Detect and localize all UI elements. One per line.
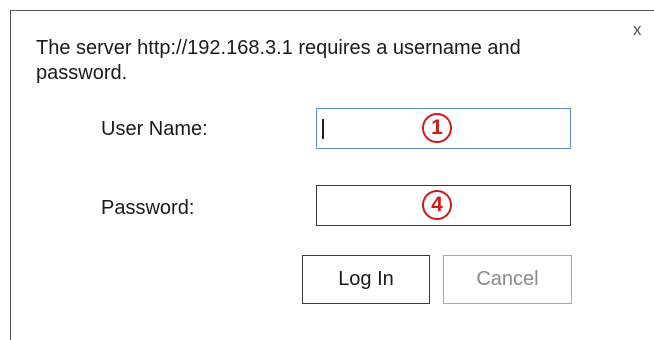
cancel-button[interactable]: Cancel: [443, 255, 572, 304]
auth-message: The server http://192.168.3.1 requires a…: [36, 37, 521, 84]
password-input[interactable]: [317, 186, 570, 225]
text-caret: [322, 119, 324, 139]
username-input[interactable]: [317, 109, 570, 148]
login-button[interactable]: Log In: [302, 255, 430, 304]
password-label: Password:: [101, 197, 195, 219]
close-icon[interactable]: x: [633, 20, 642, 40]
password-field[interactable]: 4: [316, 185, 571, 226]
username-label: User Name:: [101, 118, 208, 140]
username-field[interactable]: 1: [316, 108, 571, 149]
